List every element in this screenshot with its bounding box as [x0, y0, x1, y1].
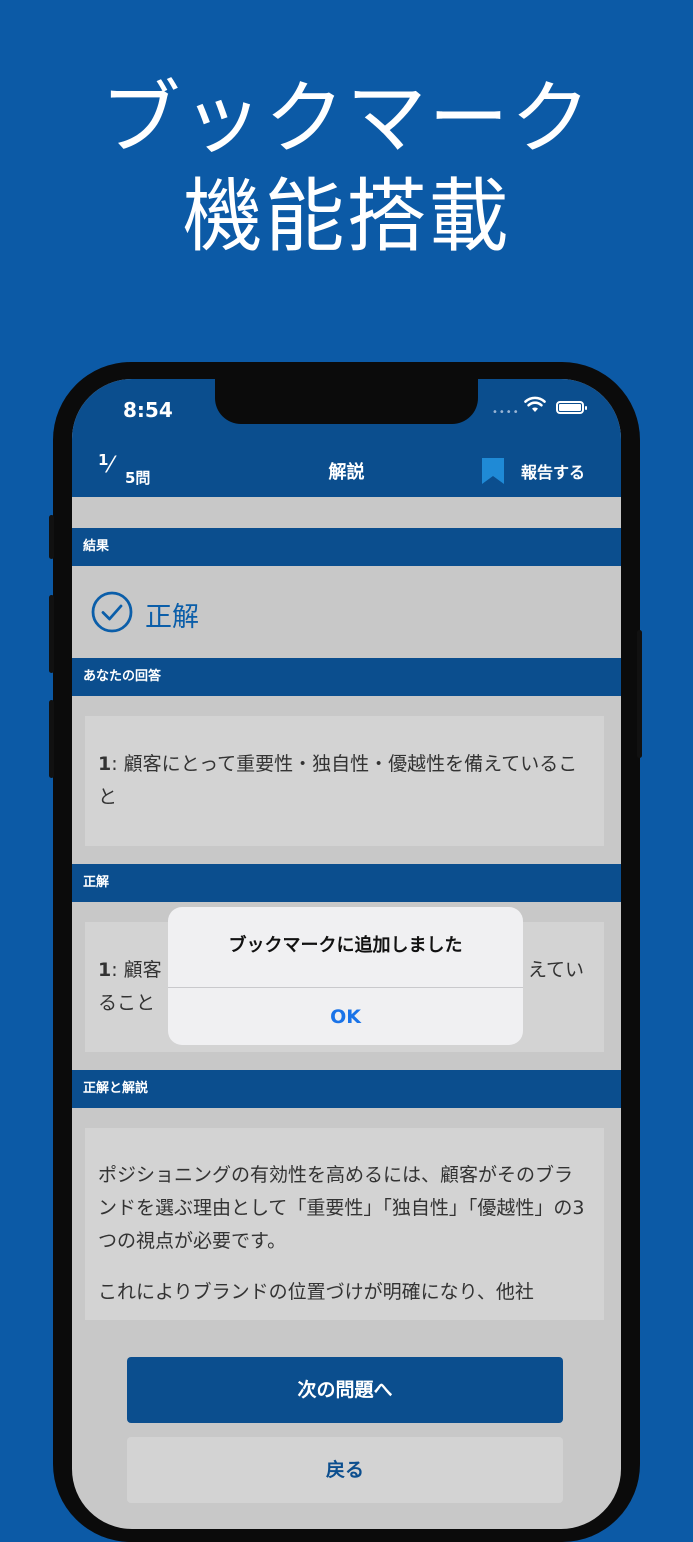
alert-ok-button[interactable]: OK [168, 988, 523, 1045]
result-text: 正解 [145, 601, 199, 633]
back-button[interactable]: 戻る [127, 1437, 563, 1503]
battery-icon [556, 401, 587, 414]
status-time: 8:54 [123, 398, 173, 422]
next-question-button[interactable]: 次の問題へ [127, 1357, 563, 1423]
your-answer-number: 1 [98, 753, 112, 775]
wifi-icon [524, 396, 546, 418]
correct-answer-number: 1 [98, 959, 112, 981]
promo-line-1: ブックマーク [100, 72, 593, 165]
signal-icon: •••• [492, 407, 520, 418]
mute-switch [49, 515, 54, 559]
your-answer-card: 1: 顧客にとって重要性・独自性・優越性を備えていること [85, 716, 604, 846]
explanation-card: ポジショニングの有効性を高めるには、顧客がそのブランドを選ぶ理由として「重要性」… [85, 1128, 604, 1320]
nav-bar: 1 ⁄ 5問 解説 報告する [72, 443, 621, 497]
result-header: 結果 [72, 528, 621, 566]
bookmark-icon[interactable] [481, 457, 505, 489]
power-button [637, 630, 642, 758]
check-circle-icon [91, 591, 133, 637]
bookmark-alert: ブックマークに追加しました OK [168, 907, 523, 1045]
correct-answer-text-start: : 顧客 [111, 959, 162, 981]
your-answer-text: : 顧客にとって重要性・独自性・優越性を備えていること [98, 753, 578, 808]
result-row: 正解 [91, 591, 199, 637]
explanation-paragraph-2: これによりブランドの位置づけが明確になり、他社 [98, 1281, 534, 1303]
phone-screen: 8:54 •••• 1 ⁄ 5問 解説 報告する 結果 正解 あなたの回答 1:… [72, 379, 621, 1529]
promo-headline: ブックマーク 機能搭載 [0, 70, 693, 266]
explanation-header: 正解と解説 [72, 1070, 621, 1108]
promo-line-2: 機能搭載 [182, 170, 511, 263]
phone-frame: 8:54 •••• 1 ⁄ 5問 解説 報告する 結果 正解 あなたの回答 1:… [49, 362, 642, 1542]
your-answer-header: あなたの回答 [72, 658, 621, 696]
notch [215, 379, 478, 424]
correct-header: 正解 [72, 864, 621, 902]
correct-answer-text-end: えてい [527, 959, 584, 981]
explanation-paragraph-1: ポジショニングの有効性を高めるには、顧客がそのブランドを選ぶ理由として「重要性」… [98, 1164, 585, 1252]
volume-up-button [49, 595, 54, 673]
report-button[interactable]: 報告する [521, 459, 585, 483]
alert-message: ブックマークに追加しました [168, 907, 523, 988]
volume-down-button [49, 700, 54, 778]
